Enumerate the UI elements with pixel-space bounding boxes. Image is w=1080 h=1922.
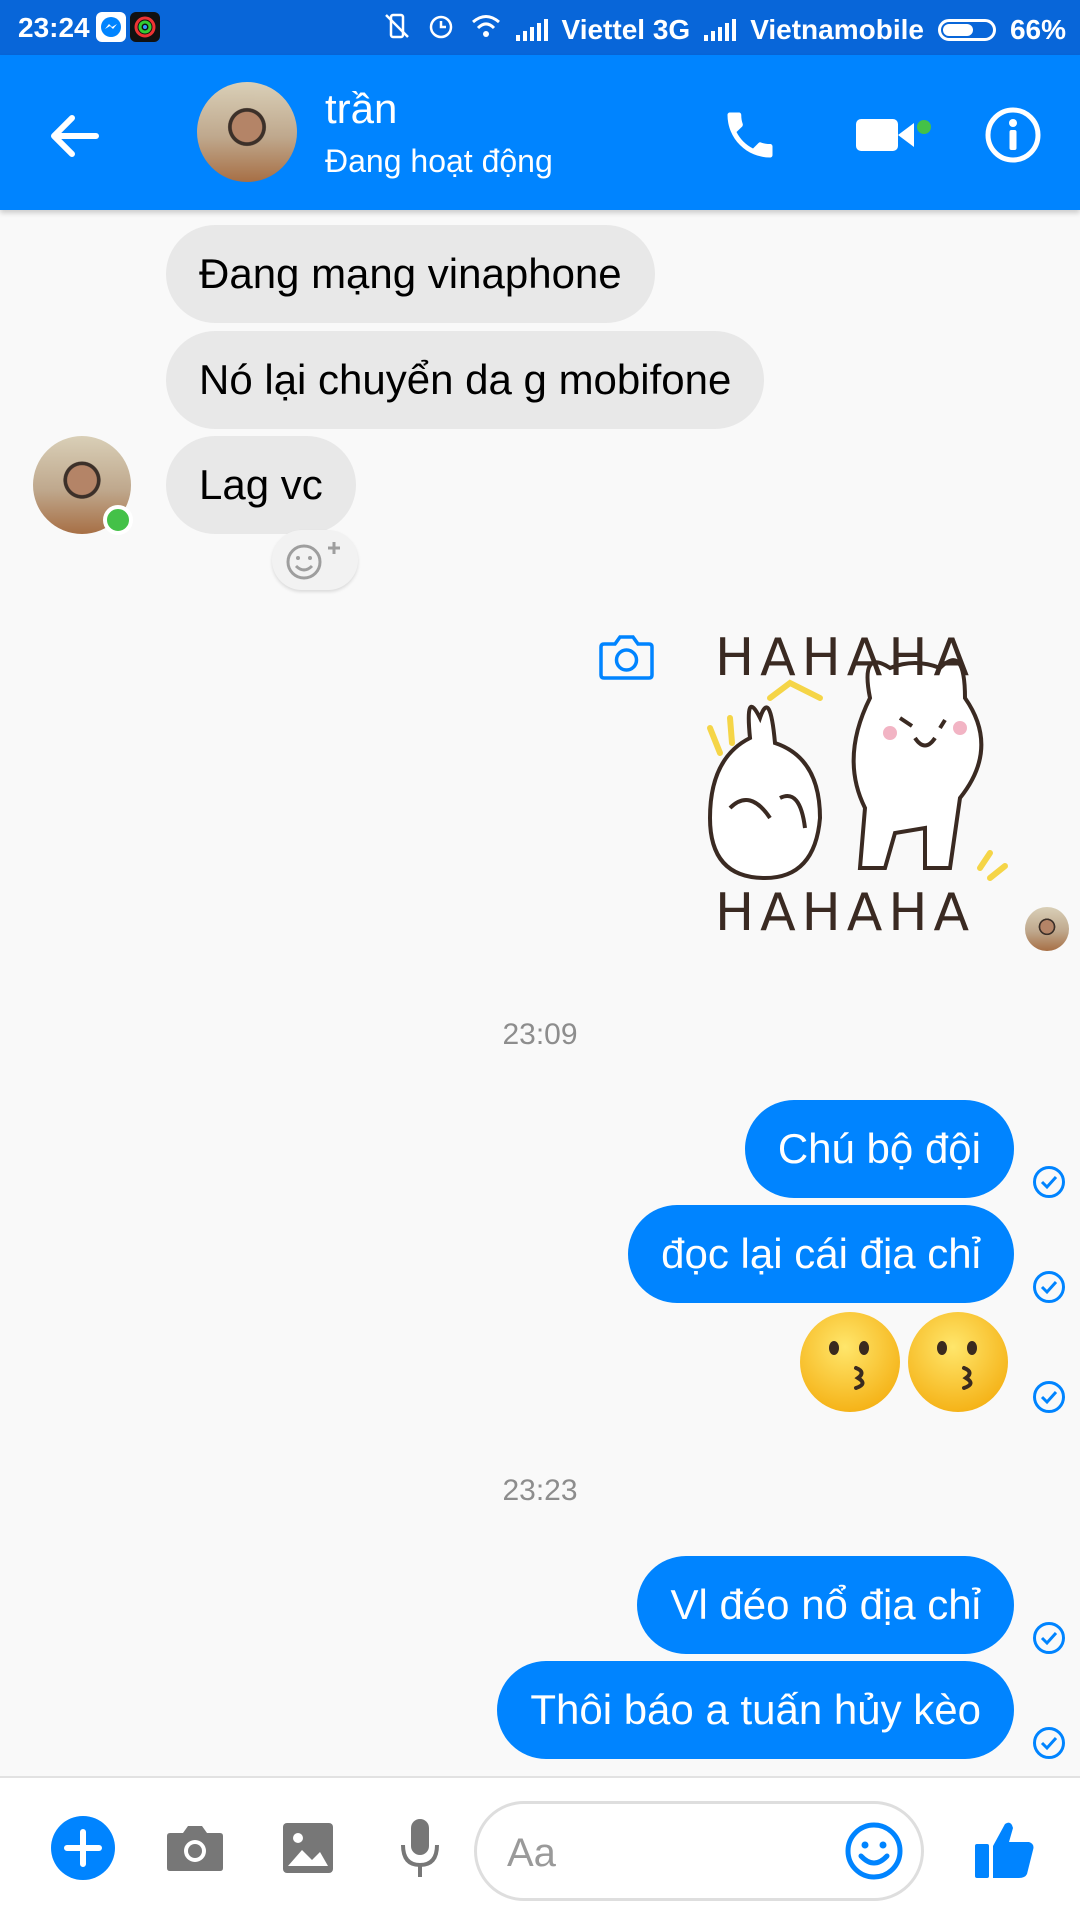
- thumbs-up-icon: [975, 1822, 1034, 1878]
- battery-icon: [937, 18, 996, 41]
- delivered-check-icon: [1033, 1166, 1065, 1198]
- message-composer: [474, 1801, 924, 1901]
- back-arrow-icon: [51, 115, 99, 157]
- camera-button[interactable]: [165, 1818, 225, 1878]
- status-time: 23:24: [18, 12, 90, 43]
- timestamp: 23:23: [502, 1474, 578, 1507]
- add-reaction-icon: [286, 542, 340, 580]
- contact-name[interactable]: trần: [325, 85, 397, 133]
- mute-vibrate-icon: [382, 11, 412, 48]
- carrier-2: Vietnamobile: [750, 13, 924, 45]
- timestamp: 23:09: [502, 1018, 578, 1051]
- kissing-face-emoji[interactable]: [798, 1310, 902, 1414]
- outgoing-message[interactable]: Chú bộ đội: [744, 1100, 1014, 1198]
- sticker-top-text: HAHAHA: [715, 628, 976, 688]
- delivered-check-icon: [1033, 1381, 1065, 1413]
- delivered-check-icon: [1033, 1727, 1065, 1759]
- delivered-check-icon: [1033, 1271, 1065, 1303]
- back-button[interactable]: [40, 101, 110, 171]
- voice-button[interactable]: [390, 1816, 450, 1880]
- add-reaction-button[interactable]: [272, 530, 358, 590]
- video-call-button[interactable]: [852, 95, 932, 175]
- phone-icon: [727, 112, 773, 158]
- app-icon: [130, 12, 160, 42]
- video-icon: [856, 119, 931, 151]
- battery-percent: 66%: [1009, 13, 1066, 45]
- wifi-icon: [470, 12, 502, 47]
- incoming-message[interactable]: Lag vc: [166, 436, 356, 534]
- camera-shortcut[interactable]: [598, 632, 655, 682]
- contact-avatar[interactable]: [197, 82, 297, 182]
- emoji-icon: [845, 1822, 903, 1880]
- status-bar: 23:24 Viettel 3G Vietnamobile 66%: [0, 0, 1080, 55]
- camera-icon: [167, 1826, 223, 1871]
- composer-bar: [0, 1776, 1080, 1922]
- plus-icon: [51, 1816, 115, 1880]
- like-button[interactable]: [965, 1810, 1045, 1890]
- sticker-bottom-text: HAHAHA: [715, 883, 976, 943]
- more-actions-button[interactable]: [48, 1813, 118, 1883]
- signal-icon: [704, 18, 737, 41]
- info-icon: [985, 107, 1041, 163]
- gallery-icon: [283, 1823, 333, 1873]
- mic-icon: [401, 1819, 439, 1877]
- kissing-face-emoji[interactable]: [906, 1310, 1010, 1414]
- camera-icon: [599, 635, 654, 680]
- incoming-message[interactable]: Nó lại chuyển da g mobifone: [166, 331, 765, 429]
- alarm-icon: [426, 11, 456, 48]
- outgoing-message[interactable]: đọc lại cái địa chỉ: [628, 1205, 1014, 1303]
- info-button[interactable]: [973, 95, 1053, 175]
- outgoing-message[interactable]: Thôi báo a tuấn hủy kèo: [497, 1661, 1014, 1759]
- signal-icon: [515, 18, 548, 41]
- delivered-check-icon: [1033, 1622, 1065, 1654]
- chat-header: trần Đang hoạt động: [0, 55, 1080, 210]
- outgoing-message[interactable]: Vl đéo nổ địa chỉ: [637, 1556, 1014, 1654]
- incoming-message[interactable]: Đang mạng vinaphone: [166, 225, 655, 323]
- online-indicator: [103, 505, 133, 535]
- sticker-message[interactable]: HAHAHA HAHAHA: [690, 628, 1020, 948]
- seen-avatar: [1025, 907, 1069, 951]
- emoji-button[interactable]: [843, 1820, 905, 1882]
- gallery-button[interactable]: [278, 1818, 338, 1878]
- carrier-1: Viettel 3G: [561, 13, 691, 45]
- messenger-icon: [96, 12, 126, 42]
- contact-status: Đang hoạt động: [325, 143, 553, 179]
- call-button[interactable]: [710, 95, 790, 175]
- message-input[interactable]: [505, 1822, 809, 1884]
